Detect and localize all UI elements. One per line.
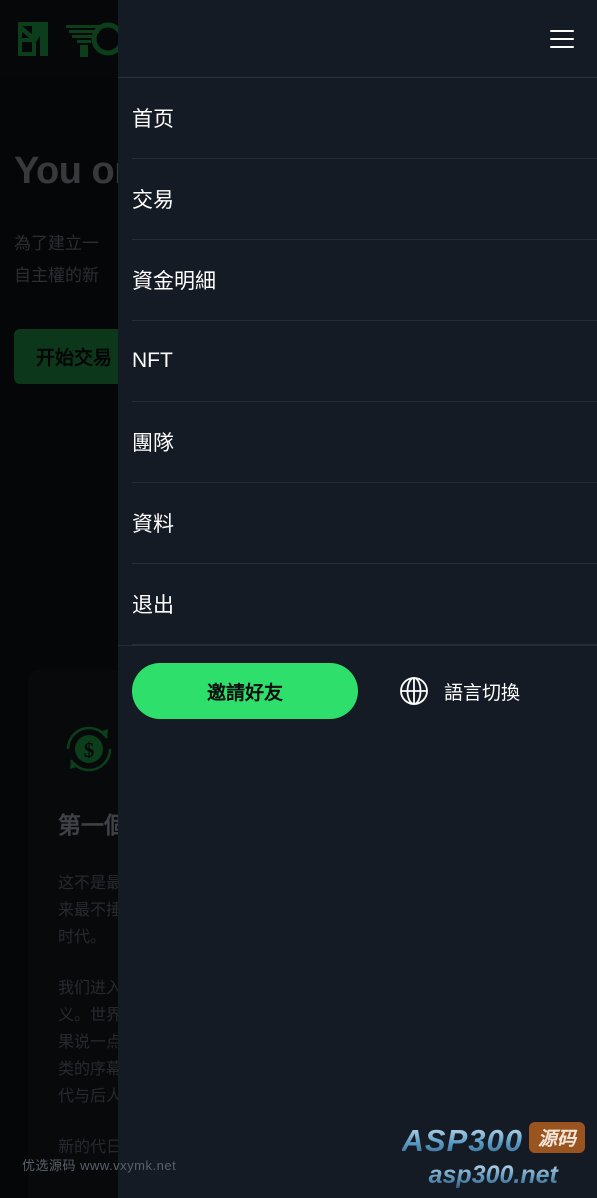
menu-item-label: NFT	[132, 349, 173, 372]
menu-item-trade[interactable]: 交易	[118, 159, 597, 240]
language-switch-label: 語言切換	[444, 682, 521, 704]
watermark-right: ASP300 源码 asp300.net	[402, 1122, 585, 1190]
menu-item-label: 資金明細	[132, 270, 216, 293]
menu-item-label: 退出	[132, 594, 174, 617]
menu-item-label: 團隊	[132, 432, 174, 455]
watermark-brand: ASP300	[401, 1123, 523, 1158]
menu-item-label: 首页	[132, 108, 174, 131]
menu-item-label: 資料	[132, 513, 174, 536]
menu-item-logout[interactable]: 退出	[118, 564, 597, 645]
menu-item-profile[interactable]: 資料	[118, 483, 597, 564]
language-switch[interactable]: 語言切換	[398, 675, 520, 707]
hamburger-icon[interactable]	[550, 29, 574, 48]
drawer-menu-list: 首页 交易 資金明細 NFT 團隊 資料 退出	[118, 78, 597, 646]
navigation-drawer: 首页 交易 資金明細 NFT 團隊 資料 退出 邀請好友 語言切換	[118, 0, 597, 1198]
app-root: You on 為了建立一 自主權的新 开始交易 $ 第一個 这不是最 来最不捶 …	[0, 0, 597, 1198]
globe-icon	[400, 677, 428, 705]
watermark-right-row: ASP300 源码	[402, 1122, 585, 1159]
menu-item-nft[interactable]: NFT	[118, 321, 597, 402]
watermark-domain: asp300.net	[402, 1161, 585, 1190]
watermark-badge: 源码	[528, 1122, 585, 1153]
menu-item-fund-details[interactable]: 資金明細	[118, 240, 597, 321]
menu-item-label: 交易	[132, 189, 174, 212]
watermark-left: 优选源码 www.vxymk.net	[22, 1158, 177, 1173]
invite-friends-button[interactable]: 邀請好友	[132, 663, 358, 719]
drawer-header	[118, 0, 597, 78]
menu-item-team[interactable]: 團隊	[118, 402, 597, 483]
drawer-actions: 邀請好友 語言切換	[118, 646, 597, 719]
menu-item-home[interactable]: 首页	[118, 78, 597, 159]
